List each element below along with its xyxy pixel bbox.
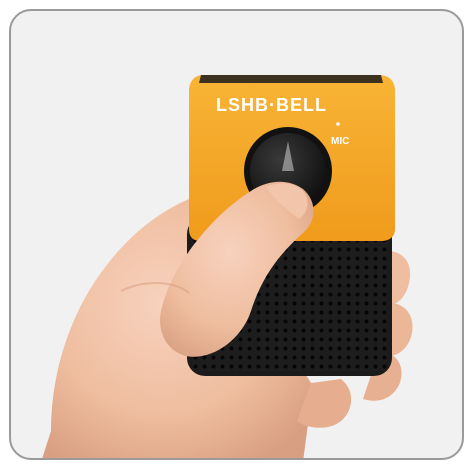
brand-label: LSHB·BELL xyxy=(216,95,327,115)
product-photo: LSHB·BELL MIC xyxy=(42,75,413,458)
mic-label: MIC xyxy=(331,136,349,147)
product-photo-frame: LSHB·BELL MIC xyxy=(9,9,464,460)
mic-dot-icon xyxy=(336,122,340,126)
